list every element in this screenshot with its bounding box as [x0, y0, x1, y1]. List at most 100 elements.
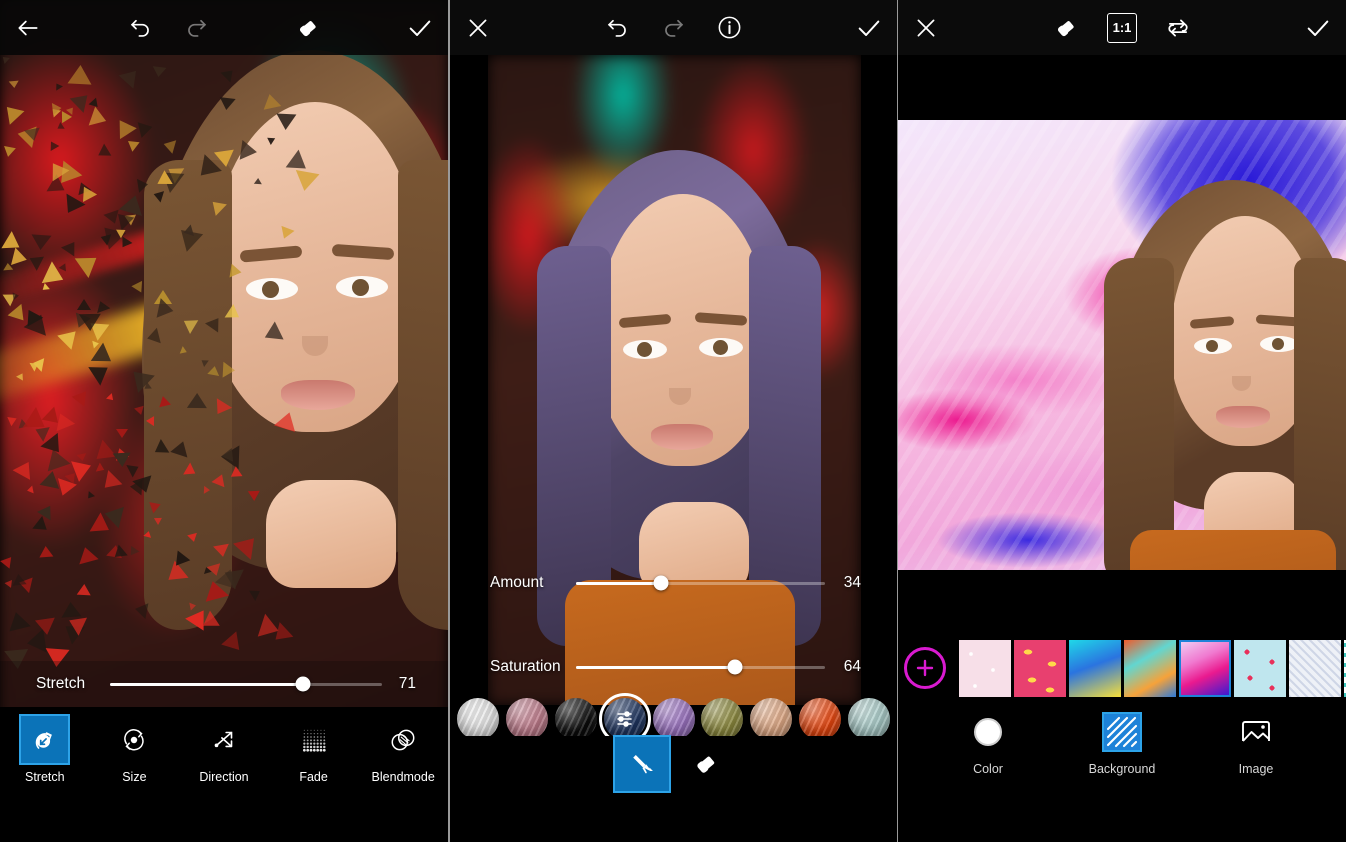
dispersion-triangle [24, 128, 42, 143]
saturation-slider-row[interactable]: Saturation 64 [450, 644, 897, 690]
background-thumb-7[interactable] [1289, 640, 1341, 697]
dispersion-triangle [274, 409, 300, 432]
tab-background[interactable]: Background [1082, 714, 1162, 776]
hair-color-orange[interactable] [799, 698, 841, 740]
portrait-hair-right-3 [1294, 258, 1346, 570]
dispersion-triangle [221, 631, 247, 656]
saturation-slider-track[interactable] [576, 666, 825, 669]
hair-color-olive[interactable] [701, 698, 743, 740]
undo-icon[interactable] [590, 0, 646, 55]
swatch-slot-5[interactable] [649, 698, 698, 740]
fade-icon [290, 716, 337, 763]
amount-slider-row[interactable]: Amount 34 [450, 560, 897, 606]
background-thumb-3[interactable] [1069, 640, 1121, 697]
tool-size[interactable]: Size [90, 707, 180, 784]
stretch-slider-track[interactable] [110, 683, 382, 686]
swatch-strand-texture [653, 698, 695, 740]
swatch-slot-4[interactable] [600, 698, 649, 740]
back-arrow-icon[interactable] [0, 0, 56, 55]
add-background-button[interactable] [904, 647, 946, 689]
hair-color-mint[interactable] [848, 698, 890, 740]
eraser-tool[interactable] [679, 737, 733, 791]
dispersion-triangle [3, 263, 13, 271]
portrait-eye-right [336, 276, 388, 298]
swatch-slot-3[interactable] [552, 698, 601, 740]
swatch-slot-9[interactable] [844, 698, 893, 740]
close-icon[interactable] [898, 0, 954, 55]
dispersion-triangle [124, 136, 139, 152]
background-thumb-1[interactable] [959, 640, 1011, 697]
swatch-slot-1[interactable] [454, 698, 503, 740]
dispersion-triangle [183, 462, 199, 479]
stretch-icon [21, 716, 68, 763]
tool-blendmode[interactable]: Blendmode [358, 707, 448, 784]
swatch-slot-7[interactable] [747, 698, 796, 740]
dispersion-triangle [68, 65, 93, 85]
saturation-slider-label: Saturation [450, 658, 562, 676]
toolbar-top-panel3: 1:1 [898, 0, 1346, 55]
swatch-slot-8[interactable] [795, 698, 844, 740]
dispersion-triangle [223, 362, 236, 379]
tool-stretch-label: Stretch [25, 770, 65, 784]
dispersion-triangle [207, 196, 227, 216]
dispersion-triangle [16, 371, 26, 380]
panel-background-editor: 1:1 [898, 0, 1346, 842]
background-thumb-6[interactable] [1234, 640, 1286, 697]
stretch-slider-value: 71 [396, 675, 448, 693]
stretch-slider-knob[interactable] [296, 677, 311, 692]
stretch-slider-fill [110, 683, 303, 686]
footer-panel1 [0, 794, 448, 842]
swatch-slot-6[interactable] [698, 698, 747, 740]
checkmark-icon[interactable] [841, 0, 897, 55]
stretch-slider-row[interactable]: Stretch 71 [0, 661, 448, 707]
close-icon[interactable] [450, 0, 506, 55]
tool-fade-label: Fade [299, 770, 328, 784]
swatch-strand-texture [457, 698, 499, 740]
eraser-icon[interactable] [280, 0, 336, 55]
background-thumbnail-list[interactable] [898, 638, 1346, 698]
dispersion-triangle [75, 545, 98, 565]
aspect-ratio-icon[interactable]: 1:1 [1094, 0, 1150, 55]
dispersion-triangle [79, 313, 101, 330]
tab-color[interactable]: Color [948, 714, 1028, 776]
amount-slider-knob[interactable] [653, 576, 668, 591]
dispersion-triangle [60, 601, 81, 617]
hair-color-custom[interactable] [604, 698, 646, 740]
background-thumb-5[interactable] [1179, 640, 1231, 697]
hair-color-black[interactable] [555, 698, 597, 740]
dispersion-triangle [151, 66, 166, 78]
dispersion-triangle [77, 584, 92, 596]
hair-color-peach[interactable] [750, 698, 792, 740]
loop-icon[interactable] [1150, 0, 1206, 55]
tool-direction[interactable]: Direction [179, 707, 269, 784]
background-thumb-4[interactable] [1124, 640, 1176, 697]
hair-color-purple[interactable] [653, 698, 695, 740]
undo-icon[interactable] [112, 0, 168, 55]
redo-icon[interactable] [646, 0, 702, 55]
background-thumb-2[interactable] [1014, 640, 1066, 697]
dispersion-triangle [213, 544, 231, 559]
saturation-slider-knob[interactable] [728, 660, 743, 675]
tool-fade[interactable]: Fade [269, 707, 359, 784]
dispersion-triangle [116, 429, 128, 438]
checkmark-icon[interactable] [1290, 0, 1346, 55]
swatch-slot-2[interactable] [503, 698, 552, 740]
amount-slider-track[interactable] [576, 582, 825, 585]
hair-color-rose[interactable] [506, 698, 548, 740]
dispersion-triangle [212, 472, 229, 487]
dispersion-triangle [214, 150, 236, 169]
checkmark-icon[interactable] [392, 0, 448, 55]
tab-image[interactable]: Image [1216, 714, 1296, 776]
hair-color-silver[interactable] [457, 698, 499, 740]
dispersion-triangle [229, 264, 242, 280]
dispersion-triangle [38, 546, 53, 558]
dispersion-triangle [205, 313, 225, 332]
brush-tool[interactable] [615, 737, 669, 791]
image-icon [1238, 714, 1274, 750]
eraser-icon[interactable] [1038, 0, 1094, 55]
photo-canvas-background[interactable] [898, 120, 1346, 570]
info-icon[interactable] [702, 0, 758, 55]
tool-stretch[interactable]: Stretch [0, 707, 90, 784]
redo-icon[interactable] [168, 0, 224, 55]
dispersion-triangle [40, 469, 63, 489]
